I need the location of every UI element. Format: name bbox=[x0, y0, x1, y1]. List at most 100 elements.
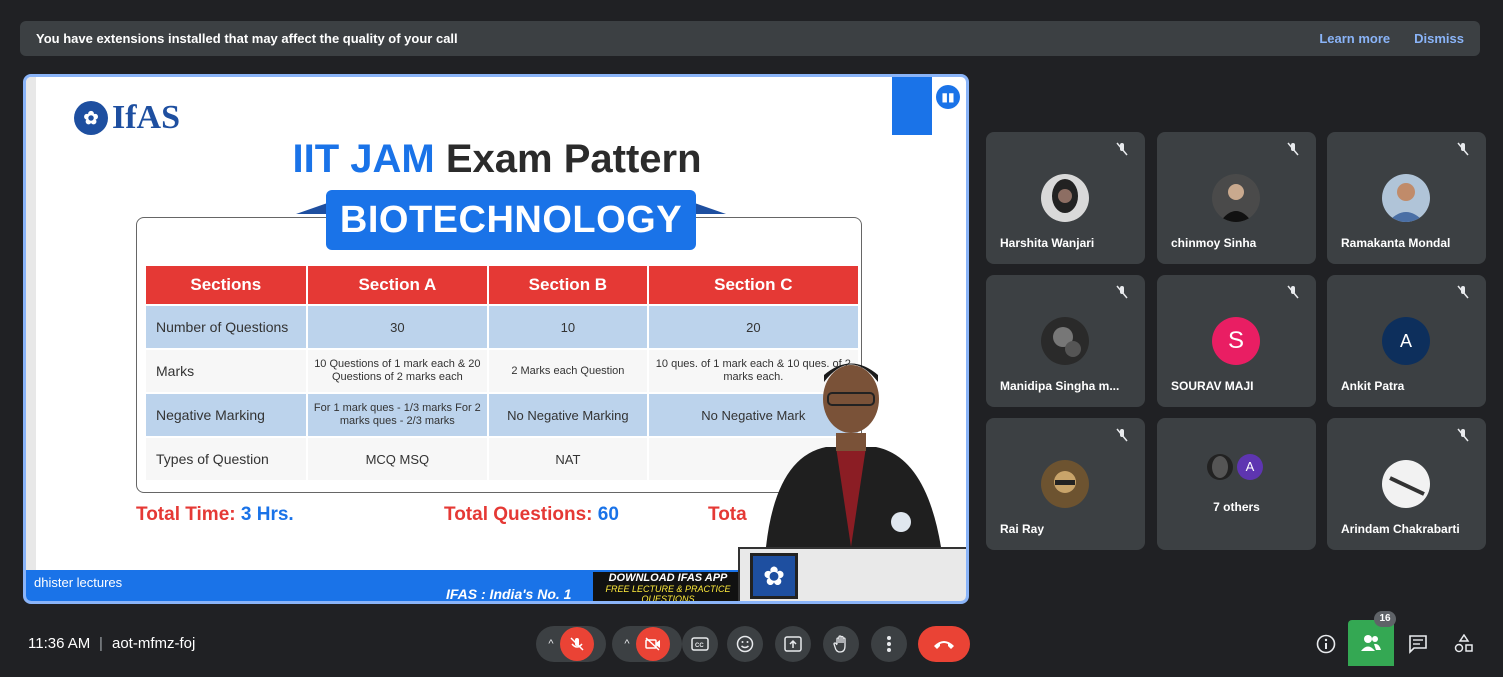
total-questions-label: Total Questions: bbox=[444, 504, 593, 525]
table-cell: 2 Marks each Question bbox=[489, 350, 647, 392]
table-cell: 10 bbox=[489, 306, 647, 348]
table-row: Number of Questions 30 10 20 bbox=[146, 306, 858, 348]
table-cell: Types of Question bbox=[146, 438, 306, 480]
meeting-code: aot-mfmz-foj bbox=[112, 635, 196, 652]
svg-text:CC: CC bbox=[695, 643, 704, 649]
captions-button[interactable]: CC bbox=[682, 626, 718, 662]
participant-tile[interactable]: Ramakanta Mondal bbox=[1327, 132, 1486, 264]
avatar-initial: S bbox=[1212, 317, 1260, 365]
people-count-badge: 16 bbox=[1374, 611, 1396, 627]
table-cell: Number of Questions bbox=[146, 306, 306, 348]
table-header: Sections bbox=[146, 266, 306, 304]
separator: | bbox=[99, 635, 103, 652]
total-time-value: 3 Hrs. bbox=[240, 504, 294, 525]
avatar bbox=[1207, 454, 1233, 480]
participant-tile[interactable]: Arindam Chakrabarti bbox=[1327, 418, 1486, 550]
mic-off-icon bbox=[1456, 285, 1472, 301]
participant-tile[interactable]: S SOURAV MAJI bbox=[1157, 275, 1316, 407]
activities-button[interactable] bbox=[1450, 630, 1478, 658]
avatar-initial: A bbox=[1382, 317, 1430, 365]
raise-hand-button[interactable] bbox=[823, 626, 859, 662]
download-app-box: DOWNLOAD IFAS APP FREE LECTURE & PRACTIC… bbox=[593, 572, 743, 604]
camera-control[interactable]: ^ bbox=[612, 626, 682, 662]
presentation-tile[interactable]: ✿ IfAS IIT JAM Exam Pattern BIOTECHNOLOG… bbox=[23, 74, 969, 604]
extensions-warning-banner: You have extensions installed that may a… bbox=[20, 21, 1480, 56]
chat-button[interactable] bbox=[1404, 630, 1432, 658]
subject-label: BIOTECHNOLOGY bbox=[326, 190, 696, 250]
camera-off-button[interactable] bbox=[635, 627, 670, 661]
mic-off-button[interactable] bbox=[559, 627, 594, 661]
mic-off-icon bbox=[1115, 428, 1131, 444]
participant-tile[interactable]: A Ankit Patra bbox=[1327, 275, 1486, 407]
others-tile[interactable]: A 7 others bbox=[1157, 418, 1316, 550]
ifas-logo-text: IfAS bbox=[112, 99, 181, 136]
activities-icon bbox=[1454, 634, 1473, 653]
avatar bbox=[1212, 174, 1260, 222]
participant-name: SOURAV MAJI bbox=[1171, 379, 1254, 393]
total-questions-value: 60 bbox=[597, 504, 619, 525]
subject-ribbon: BIOTECHNOLOGY bbox=[296, 190, 726, 252]
ifas-thumb-logo-icon: ✿ bbox=[750, 553, 798, 599]
table-header: Section C bbox=[648, 266, 858, 304]
participant-tile[interactable]: Manidipa Singha m... bbox=[986, 275, 1145, 407]
table-header: Section B bbox=[489, 266, 647, 304]
mic-off-icon bbox=[570, 637, 584, 651]
chevron-up-icon[interactable]: ^ bbox=[548, 638, 553, 650]
avatar bbox=[1041, 174, 1089, 222]
mic-off-icon bbox=[1115, 285, 1131, 301]
mic-off-icon bbox=[1286, 285, 1302, 301]
slide-left-border bbox=[26, 77, 36, 601]
bottom-toolbar: 11:36 AM | aot-mfmz-foj ^ ^ CC 16 bbox=[0, 611, 1503, 677]
participant-name: Arindam Chakrabarti bbox=[1341, 522, 1460, 536]
camera-off-icon bbox=[644, 637, 660, 651]
participant-name: Ankit Patra bbox=[1341, 379, 1405, 393]
hand-icon bbox=[833, 635, 846, 653]
download-line1: DOWNLOAD IFAS APP bbox=[608, 572, 728, 584]
leave-call-button[interactable] bbox=[918, 626, 970, 662]
emoji-icon bbox=[736, 635, 754, 653]
total-time: Total Time: 3 Hrs. bbox=[136, 504, 294, 526]
slide-title: IIT JAM Exam Pattern bbox=[36, 137, 958, 182]
total-questions: Total Questions: 60 bbox=[444, 504, 619, 526]
participant-name: chinmoy Sinha bbox=[1171, 236, 1257, 250]
table-cell: For 1 mark ques - 1/3 marks For 2 marks … bbox=[307, 394, 488, 436]
participant-tile[interactable]: Harshita Wanjari bbox=[986, 132, 1145, 264]
table-cell: 30 bbox=[307, 306, 488, 348]
download-line2: FREE LECTURE & PRACTICE QUESTIONS bbox=[605, 584, 731, 604]
chat-icon bbox=[1409, 635, 1427, 654]
avatar-initial: A bbox=[1237, 454, 1263, 480]
table-cell: MCQ MSQ bbox=[307, 438, 488, 480]
mic-off-icon bbox=[1115, 142, 1131, 158]
ifas-logo: ✿ IfAS bbox=[74, 99, 180, 137]
banner-text: You have extensions installed that may a… bbox=[36, 31, 458, 46]
meeting-details-button[interactable] bbox=[1312, 630, 1340, 658]
participant-name: Manidipa Singha m... bbox=[1000, 379, 1120, 393]
present-button[interactable] bbox=[775, 626, 811, 662]
mic-control[interactable]: ^ bbox=[536, 626, 606, 662]
reactions-button[interactable] bbox=[727, 626, 763, 662]
more-options-button[interactable] bbox=[871, 626, 907, 662]
slide-corner-accent bbox=[892, 77, 932, 135]
camera-thumbnail: ✿ bbox=[738, 547, 966, 601]
audio-activity-icon[interactable]: ▮▮ bbox=[936, 85, 960, 109]
dismiss-link[interactable]: Dismiss bbox=[1414, 31, 1464, 46]
present-screen-icon bbox=[784, 636, 802, 652]
participant-name: Rai Ray bbox=[1000, 522, 1045, 536]
learn-more-link[interactable]: Learn more bbox=[1319, 31, 1390, 46]
mic-off-icon bbox=[1456, 142, 1472, 158]
others-label: 7 others bbox=[1213, 500, 1260, 514]
avatar bbox=[1041, 317, 1089, 365]
more-vert-icon bbox=[887, 636, 891, 652]
captions-icon: CC bbox=[691, 637, 709, 651]
chevron-up-icon[interactable]: ^ bbox=[624, 638, 629, 650]
participant-name: Harshita Wanjari bbox=[1000, 236, 1095, 250]
table-cell: 20 bbox=[648, 306, 858, 348]
table-cell: 10 Questions of 1 mark each & 20 Questio… bbox=[307, 350, 488, 392]
mic-off-icon bbox=[1286, 142, 1302, 158]
avatar bbox=[1041, 460, 1089, 508]
participant-tile[interactable]: chinmoy Sinha bbox=[1157, 132, 1316, 264]
hangup-icon bbox=[934, 641, 954, 649]
participant-tile[interactable]: Rai Ray bbox=[986, 418, 1145, 550]
table-cell: NAT bbox=[489, 438, 647, 480]
slide-title-rest: Exam Pattern bbox=[445, 137, 702, 181]
